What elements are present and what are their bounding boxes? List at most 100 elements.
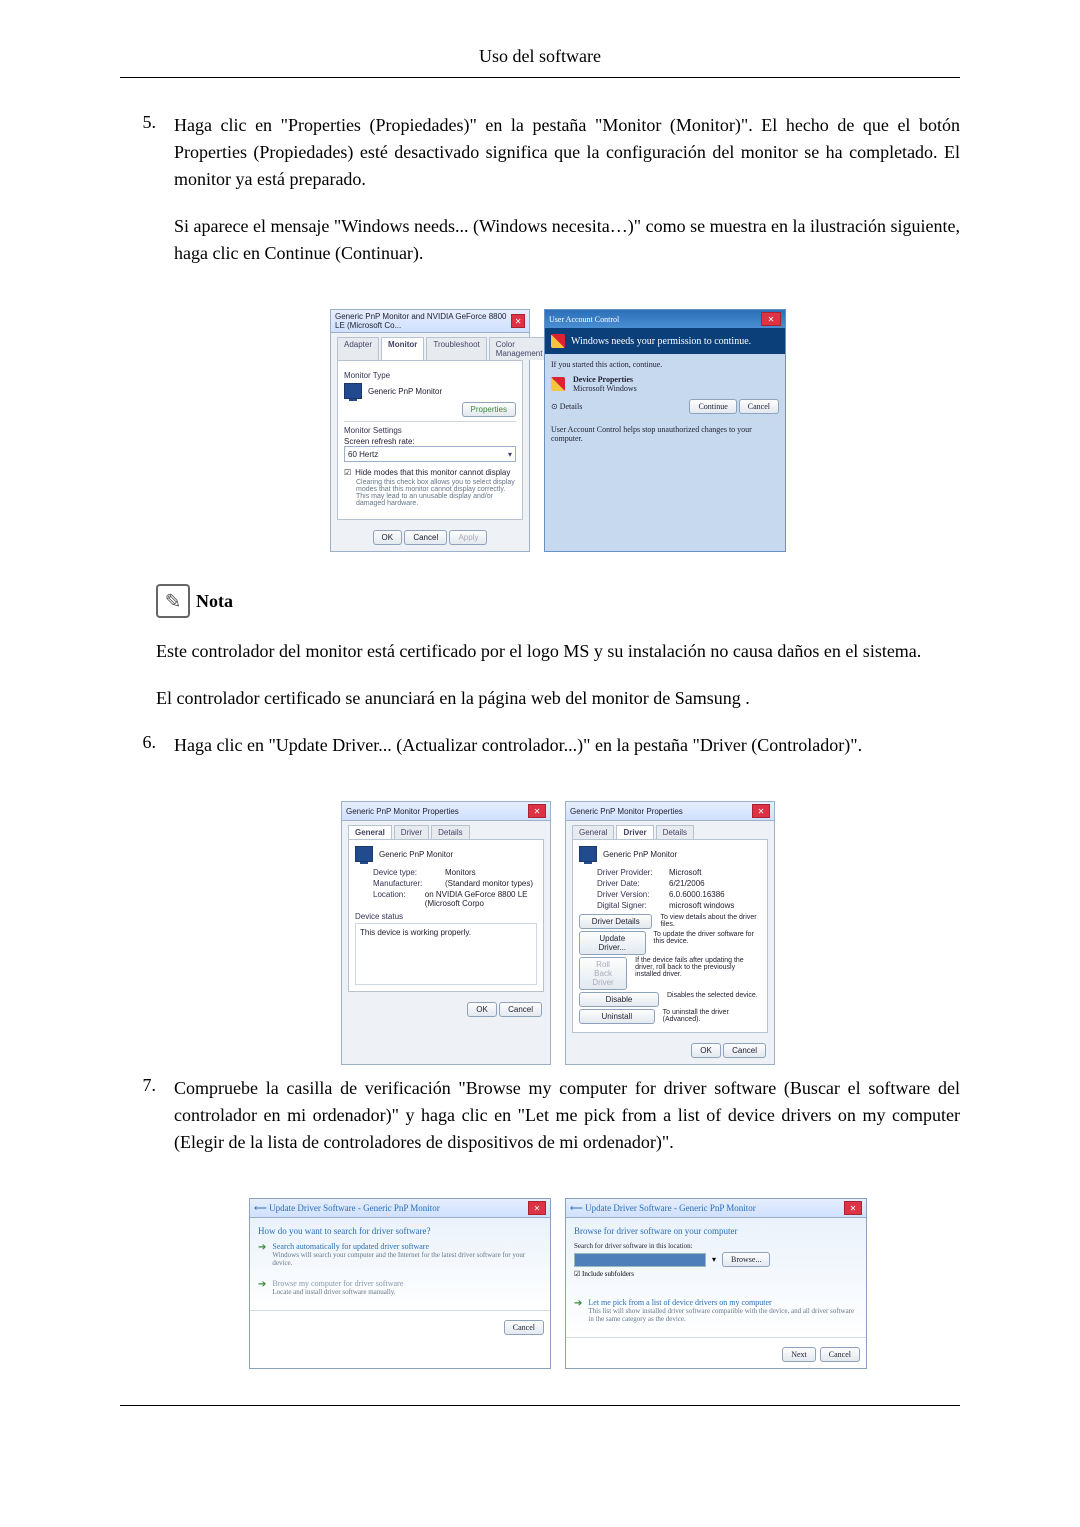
wizard-footer: Next Cancel	[566, 1337, 866, 1368]
refresh-select[interactable]: 60 Hertz ▾	[344, 446, 516, 462]
btn-desc: To view details about the driver files.	[660, 914, 761, 929]
tab-driver[interactable]: Driver	[616, 825, 653, 839]
kv-val: Microsoft	[669, 868, 701, 877]
figure-driver-tab: Generic PnP Monitor Properties ✕ General…	[565, 801, 775, 1065]
tab-details[interactable]: Details	[431, 825, 469, 839]
wizard-footer: Cancel	[250, 1310, 550, 1341]
ok-button[interactable]: OK	[373, 530, 403, 545]
option-pick[interactable]: ➔ Let me pick from a list of device driv…	[574, 1292, 858, 1329]
update-driver-button[interactable]: Update Driver...	[579, 931, 646, 955]
ok-button[interactable]: OK	[691, 1043, 721, 1058]
note-icon: ✎	[156, 584, 190, 618]
option-desc: This list will show installed driver sof…	[588, 1307, 858, 1323]
close-icon[interactable]: ✕	[528, 1201, 546, 1215]
titlebar: User Account Control ✕	[545, 310, 785, 328]
note-label: Nota	[196, 591, 233, 612]
kv-block: Driver Provider:Microsoft Driver Date:6/…	[597, 868, 761, 910]
apply-button[interactable]: Apply	[449, 530, 487, 545]
monitor-row: Generic PnP Monitor	[344, 383, 516, 399]
kv-val: Monitors	[445, 868, 476, 877]
body: 5. Haga clic en "Properties (Propiedades…	[120, 112, 960, 1406]
cancel-button[interactable]: Cancel	[499, 1002, 542, 1017]
step-number: 7.	[120, 1075, 174, 1176]
chevron-down-icon: ▾	[508, 450, 512, 459]
kv-key: Digital Signer:	[597, 901, 661, 910]
properties-button[interactable]: Properties	[462, 402, 516, 417]
kv-row: Location: on NVIDIA GeForce 8800 LE (Micr…	[373, 890, 537, 908]
close-icon[interactable]: ✕	[511, 314, 525, 328]
tab-general[interactable]: General	[348, 825, 392, 839]
cancel-button[interactable]: Cancel	[404, 530, 447, 545]
status-label: Device status	[355, 912, 537, 921]
monitor-name: Generic PnP Monitor	[603, 850, 677, 859]
step6-p1: Haga clic en "Update Driver... (Actualiz…	[174, 732, 960, 759]
arrow-icon: ➔	[258, 1280, 266, 1296]
titlebar: ⟵ Update Driver Software - Generic PnP M…	[566, 1199, 866, 1218]
browse-button[interactable]: Browse...	[722, 1252, 770, 1267]
step-5: 5. Haga clic en "Properties (Propiedades…	[120, 112, 960, 287]
kv-key: Driver Version:	[597, 890, 661, 899]
kv-row: Driver Version:6.0.6000.16386	[597, 890, 761, 899]
step-number: 5.	[120, 112, 174, 287]
cancel-button[interactable]: Cancel	[820, 1347, 860, 1362]
status-text: This device is working properly.	[360, 928, 471, 937]
figure-wizard-browse: ⟵ Update Driver Software - Generic PnP M…	[565, 1198, 867, 1369]
checkbox[interactable]: ☑	[344, 468, 351, 477]
driver-details-button[interactable]: Driver Details	[579, 914, 652, 929]
window-title: Generic PnP Monitor Properties	[570, 807, 683, 816]
figure-row-cd: Generic PnP Monitor Properties ✕ General…	[156, 801, 960, 1065]
option-browse[interactable]: ➔ Browse my computer for driver software…	[258, 1273, 542, 1302]
tab-color[interactable]: Color Management	[489, 337, 550, 360]
tab-troubleshoot[interactable]: Troubleshoot	[426, 337, 486, 360]
divider	[551, 420, 779, 421]
cancel-button[interactable]: Cancel	[504, 1320, 544, 1335]
panel: Monitor Type Generic PnP Monitor Propert…	[337, 360, 523, 520]
include-row: ☑ Include subfolders	[574, 1270, 858, 1278]
location-dropdown[interactable]: ▾	[712, 1255, 716, 1264]
location-input[interactable]	[574, 1253, 706, 1267]
tab-details[interactable]: Details	[656, 825, 694, 839]
uac-content: If you started this action, continue. De…	[545, 354, 785, 449]
titlebar: Generic PnP Monitor and NVIDIA GeForce 8…	[331, 310, 529, 333]
props-row: Properties	[344, 402, 516, 417]
btn-row: Update Driver...To update the driver sof…	[579, 931, 761, 955]
cancel-button[interactable]: Cancel	[739, 399, 779, 414]
close-icon[interactable]: ✕	[752, 804, 770, 818]
tab-adapter[interactable]: Adapter	[337, 337, 379, 360]
kv-key: Location:	[373, 890, 417, 908]
disable-button[interactable]: Disable	[579, 992, 659, 1007]
uninstall-button[interactable]: Uninstall	[579, 1009, 655, 1024]
kv-key: Driver Provider:	[597, 868, 661, 877]
step-body: Haga clic en "Properties (Propiedades)" …	[174, 112, 960, 287]
close-icon[interactable]: ✕	[761, 312, 781, 326]
kv-row: Digital Signer:microsoft windows	[597, 901, 761, 910]
details-expand[interactable]: ⊙ Details	[551, 402, 582, 411]
figure-row-a: Generic PnP Monitor and NVIDIA GeForce 8…	[156, 309, 960, 552]
if-started: If you started this action, continue.	[551, 360, 779, 369]
option-auto[interactable]: ➔ Search automatically for updated drive…	[258, 1236, 542, 1273]
step7-p1: Compruebe la casilla de verificación "Br…	[174, 1075, 960, 1156]
tab-monitor[interactable]: Monitor	[381, 337, 424, 360]
close-icon[interactable]: ✕	[528, 804, 546, 818]
close-icon[interactable]: ✕	[844, 1201, 862, 1215]
step-7: 7. Compruebe la casilla de verificación …	[120, 1075, 960, 1176]
continue-button[interactable]: Continue	[689, 399, 736, 414]
btn-row: UninstallTo uninstall the driver (Advanc…	[579, 1009, 761, 1024]
tab-driver[interactable]: Driver	[394, 825, 429, 839]
divider	[344, 421, 516, 422]
next-button[interactable]: Next	[782, 1347, 816, 1362]
breadcrumb[interactable]: ⟵ Update Driver Software - Generic PnP M…	[254, 1203, 440, 1214]
actions-row: ⊙ Details Continue Cancel	[551, 399, 779, 414]
dialog-buttons: OK Cancel	[342, 998, 550, 1023]
wizard-heading: Browse for driver software on your compu…	[574, 1226, 858, 1236]
tab-general[interactable]: General	[572, 825, 614, 839]
checkbox[interactable]: ☑	[574, 1270, 580, 1278]
rollback-button[interactable]: Roll Back Driver	[579, 957, 627, 990]
kv-val: on NVIDIA GeForce 8800 LE (Microsoft Cor…	[425, 890, 537, 908]
arrow-icon: ➔	[258, 1243, 266, 1267]
cancel-button[interactable]: Cancel	[723, 1043, 766, 1058]
tabs: Adapter Monitor Troubleshoot Color Manag…	[331, 333, 529, 360]
ok-button[interactable]: OK	[467, 1002, 497, 1017]
breadcrumb[interactable]: ⟵ Update Driver Software - Generic PnP M…	[570, 1203, 756, 1214]
step5-p2: Si aparece el mensaje "Windows needs... …	[174, 213, 960, 267]
